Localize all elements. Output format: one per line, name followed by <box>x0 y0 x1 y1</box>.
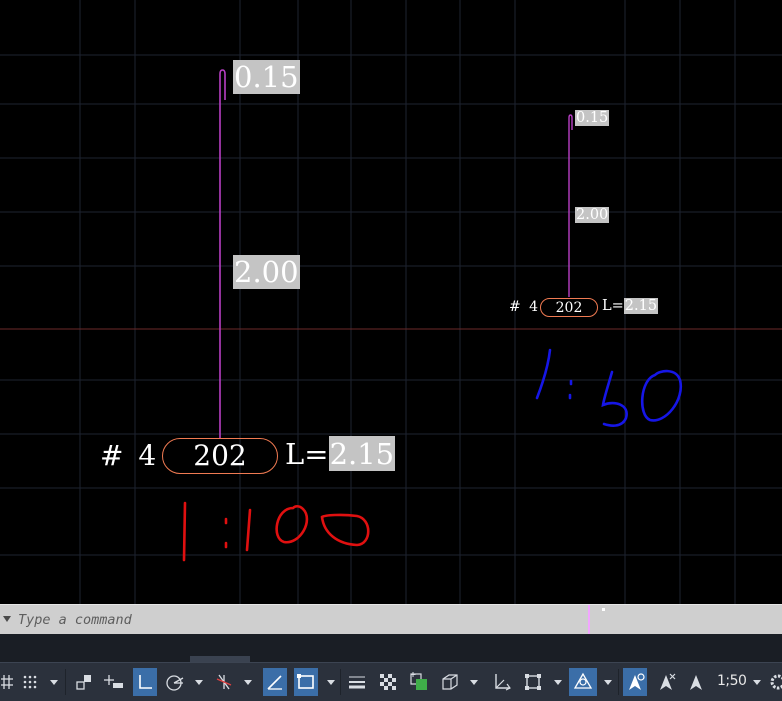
top-dimension-text: 0.15 <box>233 60 300 94</box>
drawing-canvas[interactable]: 0.15 2.00 # 4 202 L=2.15 0.15 2.00 # 4 2… <box>0 0 782 604</box>
gizmo-dropdown-icon[interactable] <box>604 680 612 685</box>
isodraft-dropdown-icon[interactable] <box>244 680 252 685</box>
bar-top-dimension-large: 0.15 <box>233 60 300 94</box>
mid-dimension-text: 2.00 <box>233 255 300 289</box>
mid-dimension-text: 2.00 <box>575 207 610 223</box>
status-bar: 1;50 <box>0 662 782 701</box>
annotation-visibility-icon[interactable] <box>623 668 647 696</box>
gizmo-icon[interactable] <box>569 668 597 696</box>
length-prefix: L= <box>602 298 624 314</box>
rebar-shape-small <box>568 114 573 297</box>
top-dimension-text: 0.15 <box>575 110 610 126</box>
bar-length-small: L=2.15 <box>602 298 659 314</box>
bar-mid-dimension-large: 2.00 <box>233 255 300 289</box>
handwritten-annotation-red <box>182 501 370 562</box>
annotation-scale-icon[interactable] <box>684 668 708 696</box>
bar-length-large: L=2.15 <box>285 436 396 471</box>
selection-filter-dropdown-icon[interactable] <box>554 680 562 685</box>
transparency-icon[interactable] <box>376 668 400 696</box>
snap-dropdown-icon[interactable] <box>50 680 58 685</box>
length-value: 2.15 <box>328 436 396 471</box>
3d-osnap-dropdown-icon[interactable] <box>470 680 478 685</box>
lineweight-icon[interactable] <box>345 668 369 696</box>
command-history-dropdown-icon[interactable] <box>3 616 11 622</box>
bar-mid-dimension-small: 2.00 <box>575 207 610 223</box>
annotation-scale-value[interactable]: 1;50 <box>717 673 747 689</box>
drawing-svg <box>0 0 782 604</box>
command-line <box>0 604 782 635</box>
bar-tag-pill-large: 202 <box>162 438 278 474</box>
bar-tag-pill-small: 202 <box>540 298 598 317</box>
polar-dropdown-icon[interactable] <box>195 680 203 685</box>
length-value: 2.15 <box>623 298 659 314</box>
rebar-shape-large <box>219 69 226 438</box>
3d-osnap-icon[interactable] <box>438 668 462 696</box>
length-prefix: L= <box>285 437 329 471</box>
object-snap-tracking-icon[interactable] <box>263 668 287 696</box>
ortho-icon[interactable] <box>133 668 157 696</box>
polar-icon[interactable] <box>163 668 187 696</box>
selection-cycling-icon[interactable] <box>407 668 431 696</box>
command-input[interactable] <box>18 610 578 630</box>
autoscale-icon[interactable] <box>654 668 678 696</box>
grid-icon[interactable] <box>0 668 14 696</box>
selection-filter-icon[interactable] <box>521 668 545 696</box>
layout-tab-area <box>0 634 782 662</box>
gear-icon[interactable] <box>768 668 782 696</box>
object-snap-icon[interactable] <box>294 668 318 696</box>
bar-top-dimension-small: 0.15 <box>575 110 610 126</box>
annotation-scale-dropdown-icon[interactable] <box>753 680 761 685</box>
handwritten-annotation-blue <box>535 348 683 427</box>
cursor-dot <box>602 608 605 611</box>
bar-prefix-small: # 4 <box>509 299 539 315</box>
bar-prefix-large: # 4 <box>100 439 157 472</box>
object-snap-dropdown-icon[interactable] <box>327 680 335 685</box>
grid-lines <box>0 0 782 604</box>
dynamic-ucs-icon[interactable] <box>490 668 514 696</box>
snap-icon[interactable] <box>18 668 42 696</box>
isodraft-icon[interactable] <box>212 668 236 696</box>
infer-icon[interactable] <box>72 668 96 696</box>
cursor-marker <box>588 605 590 635</box>
dynamic-input-icon[interactable] <box>102 668 126 696</box>
